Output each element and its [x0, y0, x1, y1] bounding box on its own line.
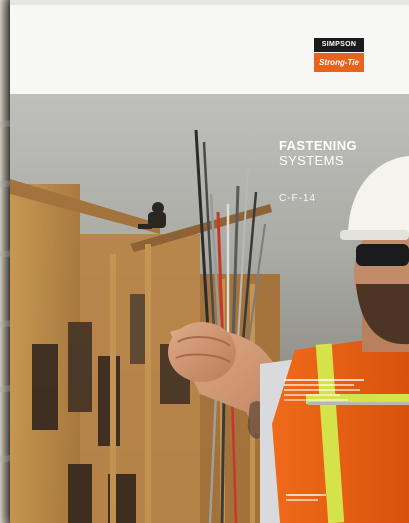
simpson-strong-tie-logo: SIMPSON Strong-Tie: [314, 38, 364, 72]
catalog-cover: SIMPSON Strong-Tie FASTENING SYSTEMS C-F…: [10, 0, 409, 523]
logo-wordmark-bottom: Strong-Tie: [314, 53, 364, 72]
catalog-code: C-F-14: [279, 193, 317, 204]
logo-wordmark-top: SIMPSON: [314, 38, 364, 52]
cover-title-line2: SYSTEMS: [279, 153, 344, 168]
cover-title: FASTENING SYSTEMS: [279, 138, 357, 168]
cover-title-line1: FASTENING: [279, 138, 357, 153]
cover-footer-print: [286, 494, 326, 501]
cover-fine-print: [284, 379, 364, 401]
catalog-cover-photo: FASTENING SYSTEMS C-F-14: [10, 94, 409, 523]
cover-header: SIMPSON Strong-Tie: [10, 0, 409, 94]
distant-worker: [138, 202, 166, 229]
